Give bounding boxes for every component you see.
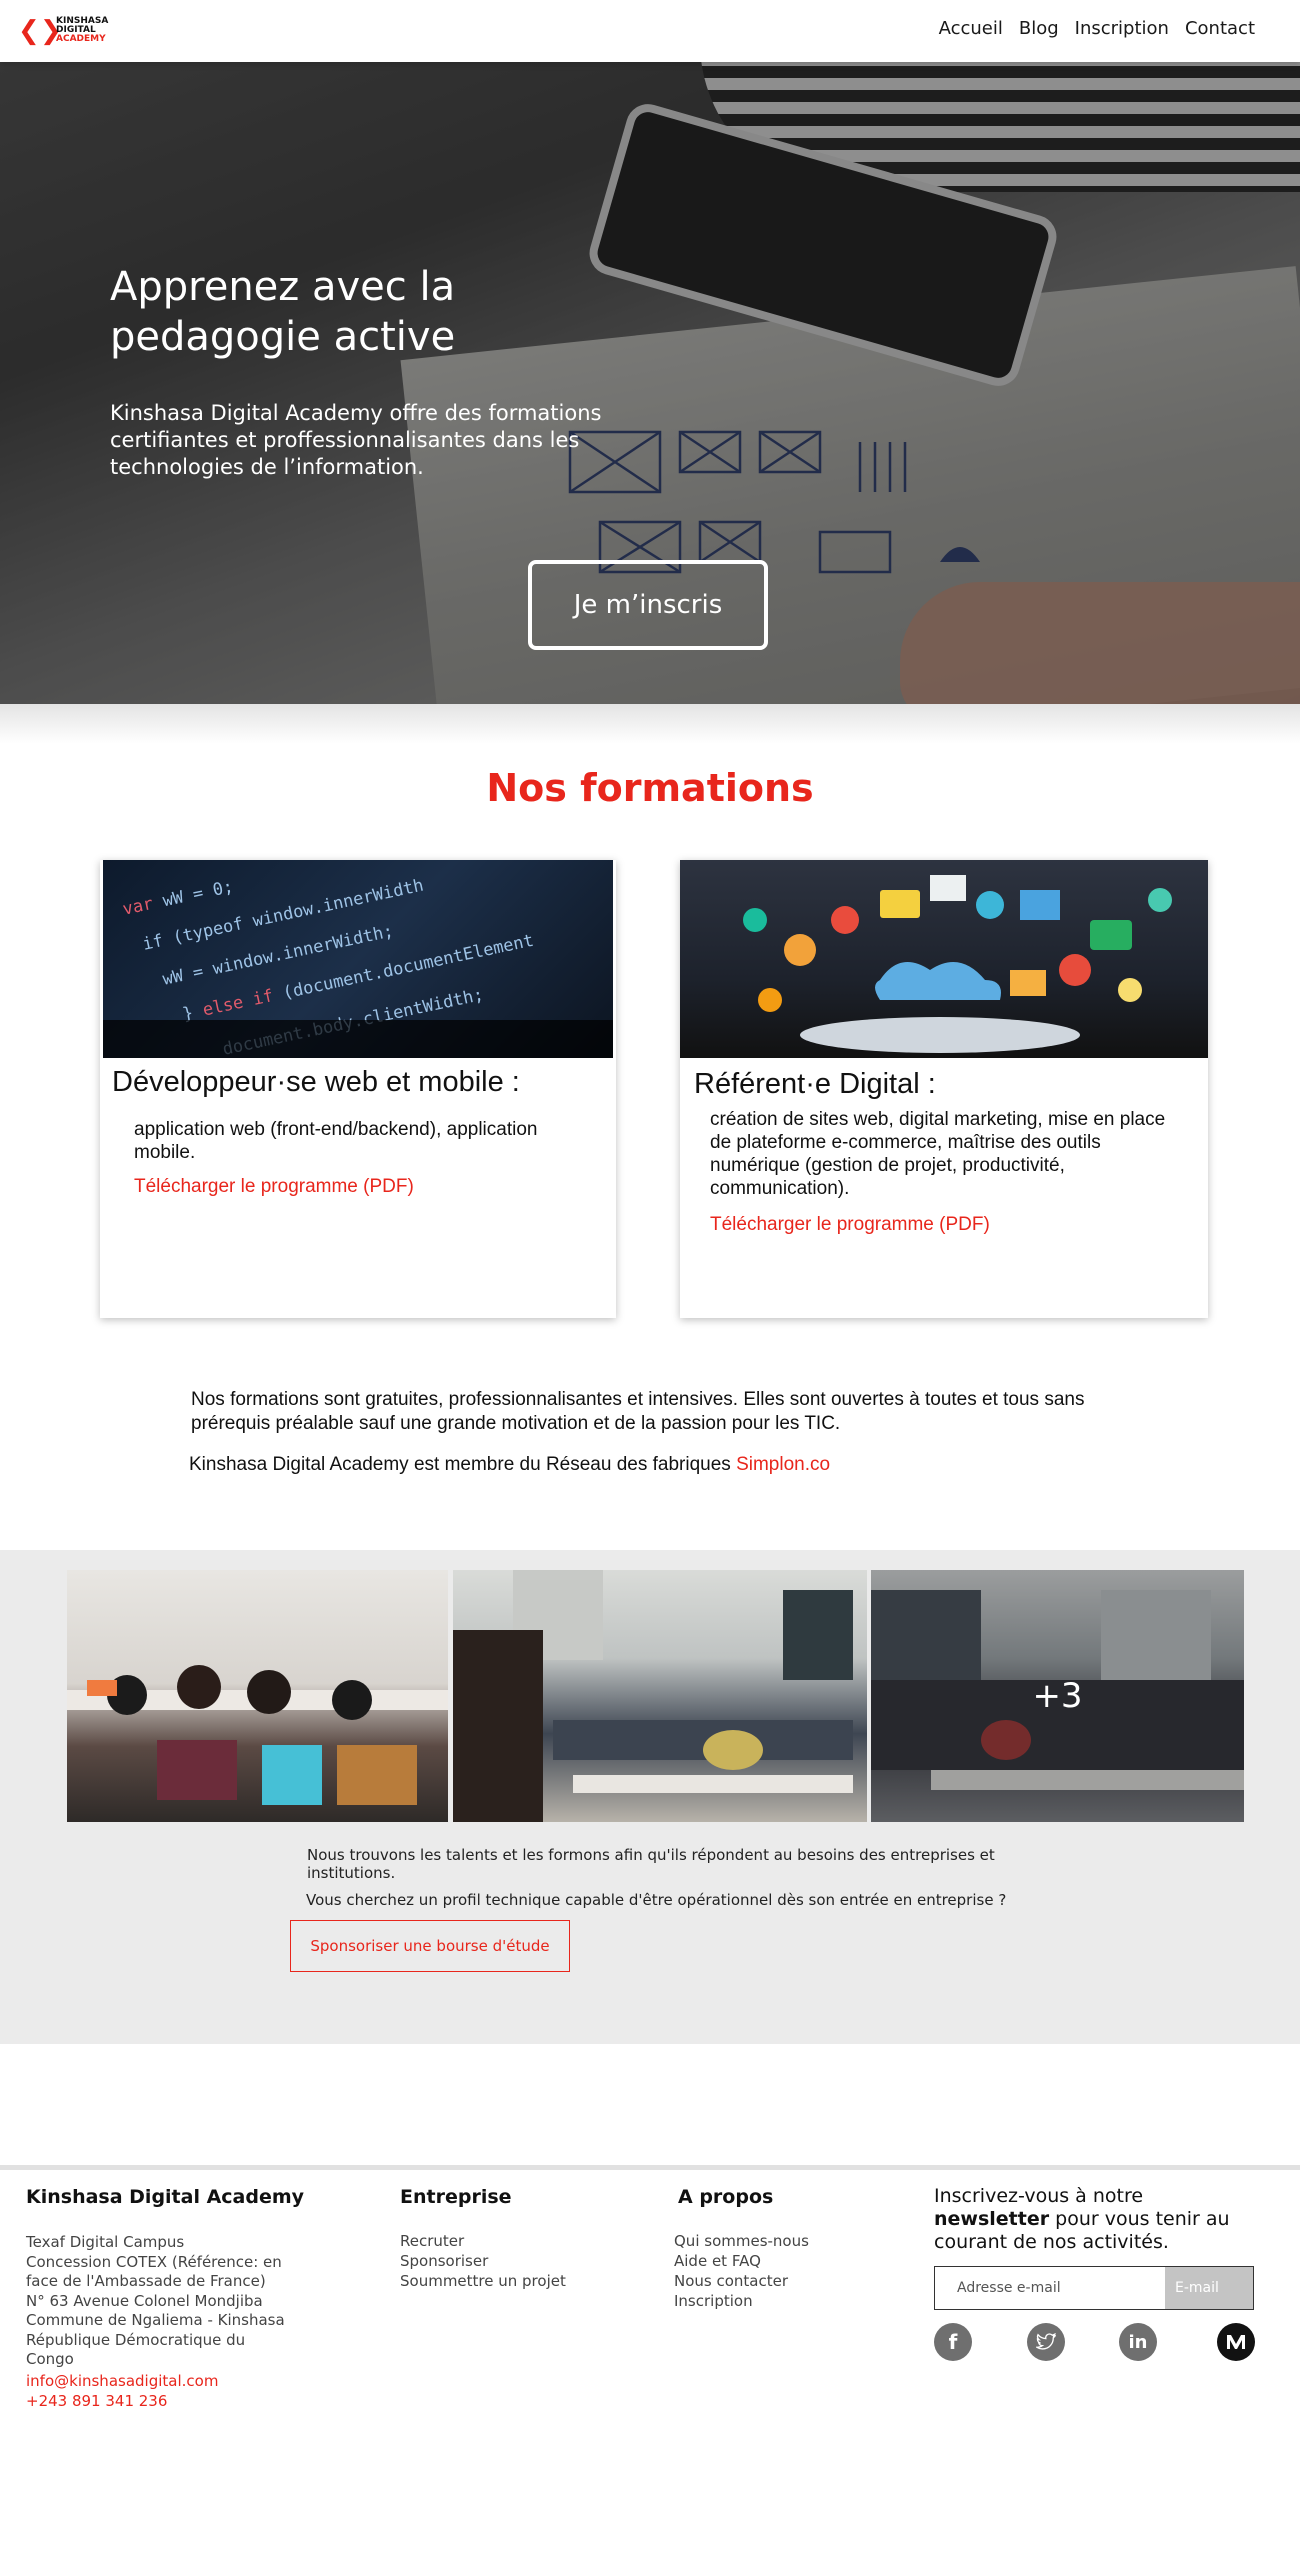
hero-fade (0, 704, 1300, 744)
nav-blog[interactable]: Blog (1019, 18, 1059, 39)
hero-title: Apprenez avec la pedagogie active (110, 264, 456, 360)
nav-contact[interactable]: Contact (1185, 18, 1255, 39)
membership-text: Kinshasa Digital Academy est membre du R… (189, 1454, 731, 1475)
person (247, 1670, 291, 1714)
sponsor-text: Nous trouvons les talents et les formons… (307, 1846, 995, 1882)
formations-title: Nos formations (486, 766, 814, 810)
code-line: var wW = 0; (120, 876, 236, 920)
register-button[interactable]: Je m’inscris (528, 560, 768, 650)
digital-icons-illustration (743, 875, 1172, 1053)
card-title: Développeur·se web et mobile : (112, 1066, 520, 1098)
logo-line3: ACADEMY (56, 34, 106, 44)
footer-entreprise-title: Entreprise (400, 2186, 512, 2208)
window (783, 1590, 853, 1680)
medium-icon[interactable] (1217, 2323, 1255, 2361)
address-line: Concession COTEX (Référence: en (26, 2252, 282, 2271)
nav-inscription[interactable]: Inscription (1075, 18, 1169, 39)
digital-icons-image (680, 860, 1208, 1058)
logo-text: KINSHASA DIGITAL ACADEMY (56, 17, 108, 44)
image-bottom-band (103, 1020, 613, 1058)
facebook-icon[interactable]: f (934, 2323, 972, 2361)
gallery-photo-3[interactable]: +3 (871, 1570, 1244, 1822)
gallery-photo-2[interactable] (453, 1570, 867, 1822)
main-nav: Accueil Blog Inscription Contact (939, 18, 1255, 39)
footer-link-projet[interactable]: Soummettre un projet (400, 2271, 566, 2291)
card-title: Référent·e Digital : (694, 1068, 936, 1100)
sponsor-scholarship-button[interactable]: Sponsoriser une bourse d'étude (290, 1920, 570, 1972)
footer-link-faq[interactable]: Aide et FAQ (674, 2251, 809, 2271)
logo[interactable]: ❮ ❯ KINSHASA DIGITAL ACADEMY (18, 14, 118, 46)
nav-accueil[interactable]: Accueil (939, 18, 1003, 39)
card-description: création de sites web, digital marketing… (710, 1109, 1166, 1199)
code-screen-image: var wW = 0; if (typeof window.innerWidth… (103, 860, 613, 1058)
person (177, 1665, 221, 1709)
footer-divider (0, 2165, 1300, 2170)
address-line: Texaf Digital Campus (26, 2233, 185, 2251)
footer-address: Texaf Digital Campus Concession COTEX (R… (26, 2233, 306, 2370)
shirt (703, 1730, 763, 1770)
card-description: application web (front-end/backend), app… (134, 1119, 538, 1163)
address-line: N° 63 Avenue Colonel Mondjiba (26, 2291, 263, 2310)
newsletter-bold: newsletter (934, 2208, 1050, 2230)
desk (573, 1775, 853, 1793)
chair (262, 1745, 322, 1805)
footer-email-link[interactable]: info@kinshasadigital.com (26, 2372, 218, 2390)
twitter-icon[interactable] (1027, 2323, 1065, 2361)
address-line: Congo (26, 2350, 74, 2368)
shirt (337, 1745, 417, 1805)
network-membership: Kinshasa Digital Academy est membre du R… (189, 1454, 830, 1476)
address-line: République Démocratique du (26, 2330, 246, 2349)
footer-company-title: Kinshasa Digital Academy (26, 2186, 305, 2208)
footer-link-qui[interactable]: Qui sommes-nous (674, 2231, 809, 2251)
newsletter-submit-button[interactable]: E-mail (1165, 2267, 1253, 2309)
footer-link-inscription[interactable]: Inscription (674, 2291, 809, 2311)
gallery-photo-1[interactable] (67, 1570, 448, 1822)
footer-link-contact[interactable]: Nous contacter (674, 2271, 809, 2291)
newsletter-email-input[interactable] (935, 2267, 1165, 2309)
download-program-link[interactable]: Télécharger le programme (PDF) (710, 1214, 990, 1236)
linkedin-icon[interactable]: in (1119, 2323, 1157, 2361)
newsletter-text: Inscrivez-vous à notre newsletter pour v… (934, 2185, 1264, 2254)
standing-person (453, 1630, 543, 1822)
address-line: Commune de Ngaliema - Kinshasa (26, 2311, 285, 2329)
orange-seat (87, 1680, 117, 1696)
footer-entreprise-links: Recruter Sponsoriser Soummettre un proje… (400, 2231, 566, 2291)
hero-text: Kinshasa Digital Academy offre des forma… (110, 401, 602, 479)
twitter-bird-icon (1036, 2333, 1056, 2350)
shirt (157, 1740, 237, 1800)
newsletter-form: E-mail (934, 2266, 1254, 2310)
logo-left-chevron-icon: ❮ (18, 16, 40, 46)
footer-phone-link[interactable]: +243 891 341 236 (26, 2392, 167, 2410)
header: ❮ ❯ KINSHASA DIGITAL ACADEMY Accueil Blo… (0, 0, 1300, 62)
sponsor-question: Vous cherchez un profil technique capabl… (306, 1891, 1007, 1909)
hero-banner: Apprenez avec la pedagogie active Kinsha… (0, 62, 1300, 704)
footer-link-recruter[interactable]: Recruter (400, 2231, 566, 2251)
address-line: face de l'Ambassade de France) (26, 2272, 266, 2290)
formation-card-digital: Référent·e Digital : création de sites w… (680, 860, 1208, 1318)
footer-apropos-links: Qui sommes-nous Aide et FAQ Nous contact… (674, 2231, 809, 2311)
more-photos-label[interactable]: +3 (871, 1570, 1244, 1822)
download-program-link[interactable]: Télécharger le programme (PDF) (134, 1176, 414, 1198)
newsletter-prefix: Inscrivez-vous à notre (934, 2185, 1144, 2207)
simplon-link[interactable]: Simplon.co (736, 1454, 830, 1475)
formations-paragraph: Nos formations sont gratuites, professio… (191, 1389, 1085, 1434)
footer-apropos-title: A propos (678, 2186, 774, 2208)
person (332, 1680, 372, 1720)
medium-m-icon (1227, 2335, 1245, 2349)
footer-link-sponsoriser[interactable]: Sponsoriser (400, 2251, 566, 2271)
formation-card-web: var wW = 0; if (typeof window.innerWidth… (100, 860, 616, 1318)
